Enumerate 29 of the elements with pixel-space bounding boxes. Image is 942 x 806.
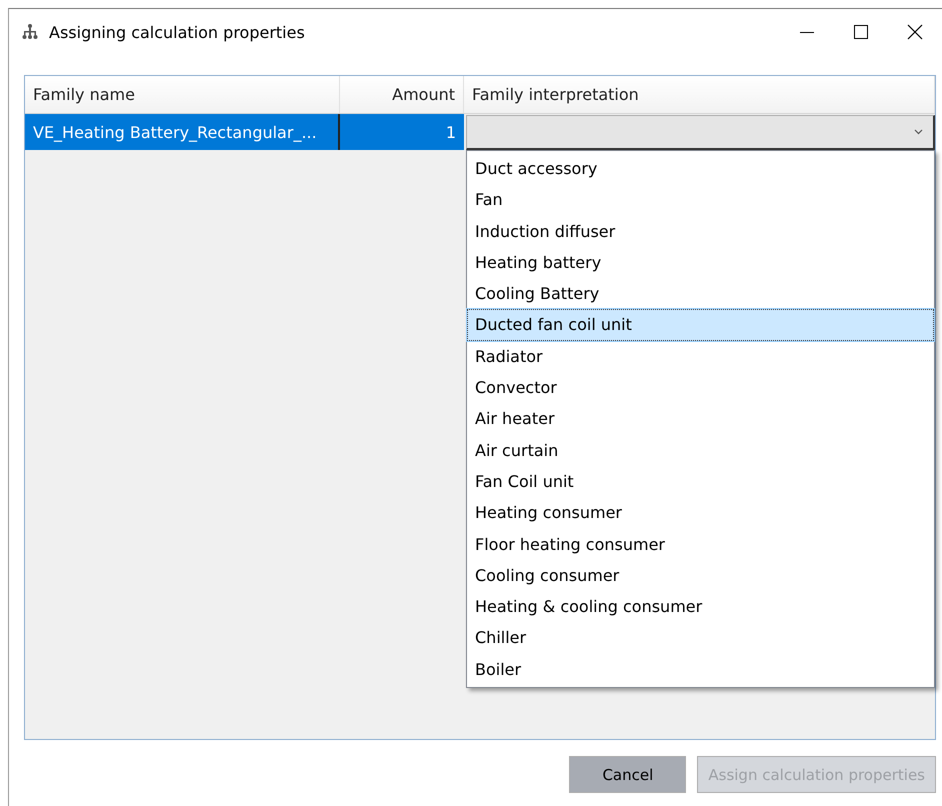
hierarchy-icon: [21, 23, 39, 41]
dropdown-option[interactable]: Air curtain: [467, 434, 934, 466]
dropdown-option[interactable]: Fan Coil unit: [467, 466, 934, 498]
dropdown-option[interactable]: Heating & cooling consumer: [467, 591, 934, 622]
column-header[interactable]: Amount: [340, 76, 464, 113]
dropdown-option[interactable]: Cooling consumer: [467, 560, 934, 592]
dropdown-option[interactable]: Ducted fan coil unit: [467, 309, 934, 341]
window-title: Assigning calculation properties: [49, 22, 306, 42]
dropdown-option[interactable]: Boiler: [467, 654, 934, 686]
dropdown-option[interactable]: Heating consumer: [467, 497, 934, 529]
table-cell[interactable]: VE_Heating Battery_Rectangular_...: [25, 114, 340, 150]
column-header[interactable]: Family interpretation: [464, 76, 935, 113]
combo-box[interactable]: [466, 115, 935, 150]
dropdown-option[interactable]: Fan: [467, 184, 934, 216]
column-header[interactable]: Family name: [25, 76, 340, 113]
chevron-down-icon: [914, 129, 923, 135]
maximize-icon: [854, 25, 868, 39]
dropdown-option[interactable]: Radiator: [467, 340, 934, 372]
dropdown-option[interactable]: Heating battery: [467, 246, 934, 278]
dialog-button[interactable]: Cancel: [569, 756, 686, 793]
dropdown-option[interactable]: Floor heating consumer: [467, 528, 934, 560]
dropdown-option[interactable]: Convector: [467, 372, 934, 404]
dropdown-option[interactable]: Cooling Battery: [467, 278, 934, 310]
close-icon: [907, 24, 923, 40]
table-cell[interactable]: 1: [340, 114, 464, 150]
dropdown-option[interactable]: Chiller: [467, 622, 934, 654]
dropdown-option[interactable]: Air heater: [467, 403, 934, 435]
dropdown-option[interactable]: Duct accessory: [467, 153, 934, 184]
dropdown-option[interactable]: Induction diffuser: [467, 216, 934, 247]
